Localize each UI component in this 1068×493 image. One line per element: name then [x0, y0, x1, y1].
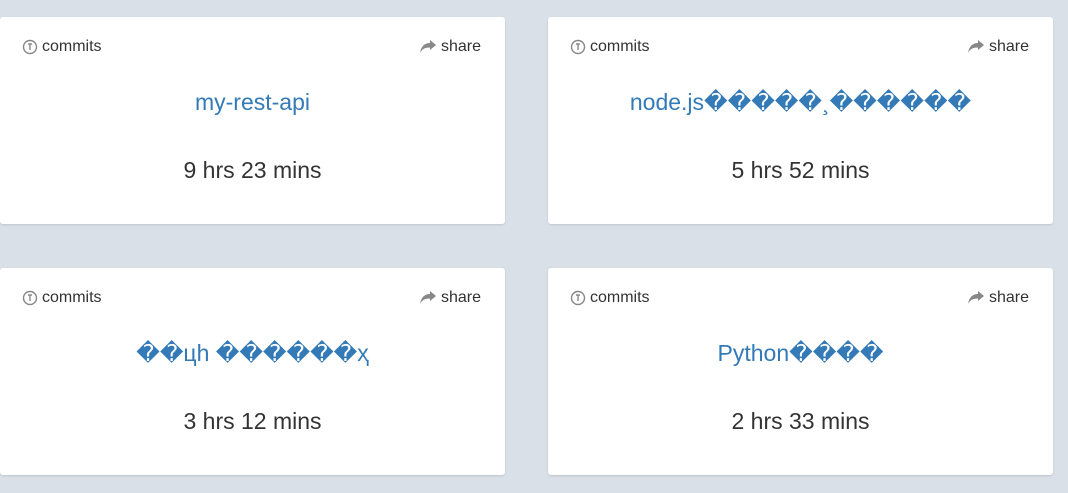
time-total: 5 hrs 52 mins [731, 157, 870, 183]
share-label: share [440, 38, 481, 55]
share-link[interactable]: share [967, 38, 1029, 56]
project-card: commits share Python���� 2 hrs 33 mins [548, 268, 1053, 475]
commits-label: commits [590, 38, 650, 55]
card-header: commits share [22, 288, 481, 308]
commits-clock-icon [570, 290, 586, 306]
project-card: commits share node.js�����¸������ 5 hrs … [548, 17, 1053, 224]
share-label: share [988, 289, 1029, 306]
share-label: share [440, 289, 481, 306]
time-total: 3 hrs 12 mins [183, 408, 322, 434]
share-link[interactable]: share [967, 289, 1029, 307]
project-name-link[interactable]: Python���� [548, 340, 1053, 367]
share-label: share [988, 38, 1029, 55]
commits-link[interactable]: commits [570, 289, 650, 307]
project-card: commits share my-rest-api 9 hrs 23 mins [0, 17, 505, 224]
time-total: 2 hrs 33 mins [731, 408, 870, 434]
project-name-link[interactable]: node.js�����¸������ [548, 89, 1053, 116]
commits-clock-icon [22, 39, 38, 55]
share-arrow-icon [967, 39, 985, 55]
commits-label: commits [42, 289, 102, 306]
project-cards-grid: commits share my-rest-api 9 hrs 23 mins … [0, 0, 1068, 493]
share-arrow-icon [967, 290, 985, 306]
project-name-link[interactable]: my-rest-api [0, 89, 505, 116]
commits-link[interactable]: commits [22, 38, 102, 56]
card-header: commits share [570, 37, 1029, 57]
commits-link[interactable]: commits [570, 38, 650, 56]
project-card: commits share ��цh ������ҳ 3 hrs 12 mins [0, 268, 505, 475]
commits-label: commits [590, 289, 650, 306]
card-header: commits share [22, 37, 481, 57]
share-link[interactable]: share [419, 289, 481, 307]
commits-link[interactable]: commits [22, 289, 102, 307]
commits-label: commits [42, 38, 102, 55]
commits-clock-icon [570, 39, 586, 55]
time-total: 9 hrs 23 mins [183, 157, 322, 183]
share-link[interactable]: share [419, 38, 481, 56]
share-arrow-icon [419, 290, 437, 306]
card-header: commits share [570, 288, 1029, 308]
share-arrow-icon [419, 39, 437, 55]
commits-clock-icon [22, 290, 38, 306]
project-name-link[interactable]: ��цh ������ҳ [0, 340, 505, 367]
